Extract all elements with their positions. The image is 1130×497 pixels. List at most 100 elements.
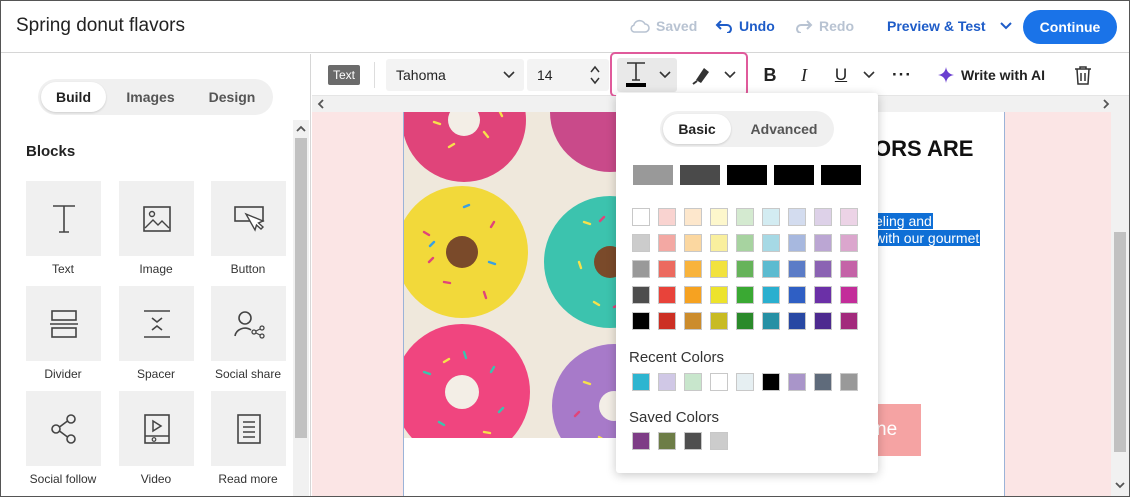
color-swatch[interactable] bbox=[762, 286, 780, 304]
recent-color-swatch[interactable] bbox=[658, 373, 676, 391]
recent-color-swatch[interactable] bbox=[762, 373, 780, 391]
color-swatch[interactable] bbox=[840, 312, 858, 330]
block-read-more[interactable] bbox=[211, 391, 286, 466]
block-social-follow[interactable] bbox=[26, 391, 101, 466]
color-swatch[interactable] bbox=[710, 312, 728, 330]
color-swatch[interactable] bbox=[762, 234, 780, 252]
preset-color-swatch[interactable] bbox=[821, 165, 861, 185]
scrollbar-thumb[interactable] bbox=[1114, 232, 1126, 452]
color-swatch[interactable] bbox=[840, 286, 858, 304]
underline-icon[interactable]: U bbox=[829, 62, 853, 88]
color-swatch[interactable] bbox=[684, 312, 702, 330]
preview-test-button[interactable]: Preview & Test bbox=[887, 18, 1012, 34]
color-swatch[interactable] bbox=[658, 234, 676, 252]
email-cta-button[interactable]: ne bbox=[874, 404, 921, 456]
color-swatch[interactable] bbox=[814, 312, 832, 330]
saved-color-swatch[interactable] bbox=[684, 432, 702, 450]
color-swatch[interactable] bbox=[710, 286, 728, 304]
block-text[interactable] bbox=[26, 181, 101, 256]
color-swatch[interactable] bbox=[658, 260, 676, 278]
color-swatch[interactable] bbox=[814, 260, 832, 278]
block-divider[interactable] bbox=[26, 286, 101, 361]
color-swatch[interactable] bbox=[658, 208, 676, 226]
left-panel-scrollbar[interactable] bbox=[293, 120, 309, 496]
recent-color-swatch[interactable] bbox=[684, 373, 702, 391]
chevron-down-icon[interactable] bbox=[863, 71, 875, 79]
color-swatch[interactable] bbox=[788, 234, 806, 252]
stepper-arrows-icon[interactable] bbox=[590, 64, 600, 86]
color-swatch[interactable] bbox=[840, 208, 858, 226]
preset-color-swatch[interactable] bbox=[727, 165, 767, 185]
tab-design[interactable]: Design bbox=[196, 82, 268, 112]
color-swatch[interactable] bbox=[710, 234, 728, 252]
color-swatch[interactable] bbox=[736, 234, 754, 252]
redo-button[interactable]: Redo bbox=[795, 18, 854, 34]
color-swatch[interactable] bbox=[658, 286, 676, 304]
block-spacer[interactable] bbox=[119, 286, 194, 361]
recent-color-swatch[interactable] bbox=[840, 373, 858, 391]
color-swatch[interactable] bbox=[788, 312, 806, 330]
color-swatch[interactable] bbox=[840, 260, 858, 278]
saved-color-swatch[interactable] bbox=[710, 432, 728, 450]
selected-text-line-1[interactable]: eling and bbox=[874, 213, 933, 229]
recent-color-swatch[interactable] bbox=[710, 373, 728, 391]
block-button[interactable] bbox=[211, 181, 286, 256]
color-swatch[interactable] bbox=[788, 286, 806, 304]
more-options-icon[interactable]: ··· bbox=[890, 62, 914, 88]
color-swatch[interactable] bbox=[840, 234, 858, 252]
scrollbar-thumb[interactable] bbox=[295, 138, 307, 438]
preset-color-swatch[interactable] bbox=[633, 165, 673, 185]
color-swatch[interactable] bbox=[788, 260, 806, 278]
preset-color-swatch[interactable] bbox=[774, 165, 814, 185]
recent-color-swatch[interactable] bbox=[814, 373, 832, 391]
color-swatch[interactable] bbox=[632, 312, 650, 330]
color-swatch[interactable] bbox=[736, 208, 754, 226]
preset-color-swatch[interactable] bbox=[680, 165, 720, 185]
email-heading-fragment[interactable]: ORS ARE bbox=[874, 136, 973, 162]
text-color-button[interactable] bbox=[617, 58, 677, 92]
block-video[interactable] bbox=[119, 391, 194, 466]
recent-color-swatch[interactable] bbox=[788, 373, 806, 391]
scroll-down-arrow-icon[interactable] bbox=[1111, 478, 1129, 492]
canvas-vertical-scrollbar[interactable] bbox=[1111, 112, 1129, 496]
color-swatch[interactable] bbox=[710, 208, 728, 226]
color-swatch[interactable] bbox=[814, 208, 832, 226]
block-image[interactable] bbox=[119, 181, 194, 256]
scroll-up-arrow-icon[interactable] bbox=[293, 122, 309, 136]
color-swatch[interactable] bbox=[788, 208, 806, 226]
tab-build[interactable]: Build bbox=[41, 82, 106, 112]
color-swatch[interactable] bbox=[632, 208, 650, 226]
color-swatch[interactable] bbox=[684, 260, 702, 278]
tab-basic[interactable]: Basic bbox=[663, 114, 731, 144]
scroll-right-arrow-icon[interactable] bbox=[1099, 97, 1113, 111]
color-swatch[interactable] bbox=[632, 234, 650, 252]
continue-button[interactable]: Continue bbox=[1023, 10, 1117, 44]
color-swatch[interactable] bbox=[762, 312, 780, 330]
color-swatch[interactable] bbox=[736, 260, 754, 278]
color-swatch[interactable] bbox=[684, 208, 702, 226]
scroll-left-arrow-icon[interactable] bbox=[314, 97, 328, 111]
color-swatch[interactable] bbox=[684, 234, 702, 252]
recent-color-swatch[interactable] bbox=[736, 373, 754, 391]
tab-images[interactable]: Images bbox=[113, 82, 188, 112]
saved-color-swatch[interactable] bbox=[658, 432, 676, 450]
color-swatch[interactable] bbox=[736, 286, 754, 304]
recent-color-swatch[interactable] bbox=[632, 373, 650, 391]
color-swatch[interactable] bbox=[736, 312, 754, 330]
saved-color-swatch[interactable] bbox=[632, 432, 650, 450]
color-swatch[interactable] bbox=[658, 312, 676, 330]
highlight-color-button[interactable] bbox=[684, 58, 744, 92]
document-title[interactable]: Spring donut flavors bbox=[16, 15, 185, 37]
undo-button[interactable]: Undo bbox=[715, 18, 775, 34]
font-family-select[interactable]: Tahoma bbox=[386, 59, 524, 91]
color-swatch[interactable] bbox=[684, 286, 702, 304]
trash-icon[interactable] bbox=[1074, 65, 1092, 85]
color-swatch[interactable] bbox=[632, 260, 650, 278]
selected-text-line-2[interactable]: with our gourmet bbox=[874, 230, 981, 246]
color-swatch[interactable] bbox=[762, 208, 780, 226]
color-swatch[interactable] bbox=[814, 234, 832, 252]
tab-advanced[interactable]: Advanced bbox=[738, 114, 830, 144]
italic-icon[interactable]: I bbox=[792, 62, 816, 88]
color-swatch[interactable] bbox=[762, 260, 780, 278]
block-social-share[interactable] bbox=[211, 286, 286, 361]
